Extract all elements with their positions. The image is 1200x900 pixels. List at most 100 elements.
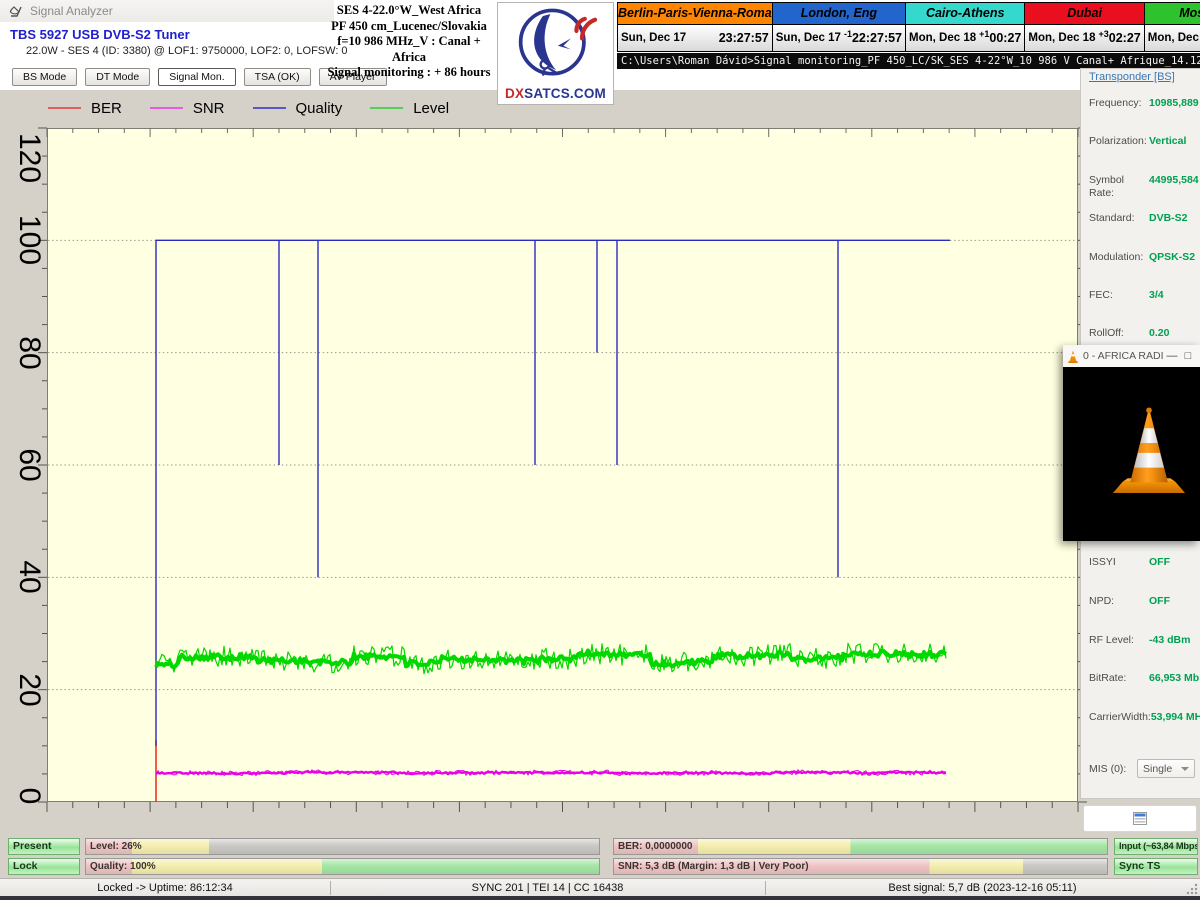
y-axis-tick-label: 80: [13, 336, 46, 370]
legend-item-ber: BER: [48, 100, 122, 117]
clock-utc-offset: +1: [979, 29, 990, 39]
transponder-label: Symbol Rate:: [1089, 174, 1125, 199]
vlc-video-area[interactable]: [1063, 367, 1200, 541]
vlc-titlebar[interactable]: 0 - AFRICA RADIO... — □: [1063, 345, 1200, 367]
tab-signal-mon-[interactable]: Signal Mon.: [158, 68, 236, 86]
status-best-signal: Best signal: 5,7 dB (2023-12-16 05:11): [888, 882, 1077, 894]
status-sync-counters: SYNC 201 | TEI 14 | CC 16438: [471, 882, 624, 894]
snr-meter: SNR: 5,3 dB (Margin: 1,3 dB | Very Poor): [613, 858, 1108, 875]
vlc-maximize-button[interactable]: □: [1180, 350, 1196, 362]
input-badge: Input (~63,84 Mbps): [1114, 838, 1198, 855]
transponder-row-issyi: ISSYI OFF: [1089, 556, 1195, 569]
transponder-label: Frequency:: [1089, 97, 1142, 109]
clock-time-row: Mon, Dec 18 +1 00:27: [906, 25, 1025, 51]
y-axis-tick-label: 0: [13, 787, 46, 805]
window-titlebar: Signal Analyzer: [0, 0, 334, 22]
y-axis-tick-label: 60: [13, 448, 46, 482]
vlc-cone-mini-icon: [1068, 350, 1078, 363]
ts-list-icon: [1133, 812, 1147, 825]
legend-label: BER: [91, 99, 122, 117]
clock-time: 00:27: [989, 31, 1022, 45]
mis-label: MIS (0):: [1089, 762, 1127, 775]
transponder-label: BitRate:: [1089, 672, 1127, 684]
transponder-row-carrierwidth: CarrierWidth: 53,994 MHz: [1089, 711, 1200, 724]
tab-dt-mode[interactable]: DT Mode: [85, 68, 151, 86]
chart-zone: BER SNR Quality Level 120 100 80 60 40 20 0: [0, 90, 1200, 878]
transponder-label: ISSYI: [1089, 556, 1116, 568]
header-line-1: SES 4-22.0°W_West Africa: [336, 3, 482, 17]
transponder-row-standard: Standard: DVB-S2: [1089, 212, 1195, 225]
clock-city-label: Berlin-Paris-Vienna-Roma: [618, 3, 772, 25]
clock-time: 22:27:57: [851, 31, 903, 45]
app-dish-icon: [9, 6, 22, 17]
transponder-label: CarrierWidth:: [1089, 711, 1151, 723]
clock-date: Mon, Dec 18: [909, 32, 977, 44]
tuner-details: 22.0W - SES 4 (ID: 3380) @ LOF1: 9750000…: [26, 45, 348, 57]
legend-label: SNR: [192, 99, 225, 117]
legend-swatch: [252, 107, 286, 109]
transponder-row-symbolrate: Symbol Rate: 44995,584 KS/s: [1089, 174, 1200, 200]
clock-dubai: Dubai Mon, Dec 18 +3 02:27: [1024, 2, 1145, 52]
clock-moscow: Moscow Mon, Dec 18 +2 01:27: [1143, 2, 1200, 52]
clock-date: Sun, Dec 17: [621, 32, 687, 44]
transponder-value: 53,994 MHz: [1150, 711, 1200, 723]
transponder-label: NPD:: [1089, 595, 1115, 607]
chevron-down-icon: [1181, 766, 1189, 771]
monitoring-header: SES 4-22.0°W_West Africa PF 450 cm_Lucen…: [322, 3, 496, 81]
clock-city-label: Dubai: [1025, 3, 1144, 25]
legend-label: Level: [413, 99, 450, 117]
legend-label: Quality: [295, 99, 343, 117]
transponder-row-fec: FEC: 3/4: [1089, 289, 1195, 302]
chart-legend: BER SNR Quality Level: [48, 97, 477, 119]
clock-london-eng: London, Eng Sun, Dec 17 -1 22:27:57: [771, 2, 907, 52]
transponder-value: OFF: [1149, 556, 1170, 568]
mis-dropdown[interactable]: Single: [1137, 759, 1195, 778]
vlc-window: 0 - AFRICA RADIO... — □: [1063, 345, 1200, 541]
world-clocks: Berlin-Paris-Vienna-Roma Sun, Dec 17 23:…: [617, 2, 1200, 52]
y-axis-tick-label: 120: [13, 132, 46, 184]
transponder-value: Vertical: [1149, 135, 1187, 147]
transponder-value: DVB-S2: [1149, 212, 1188, 224]
transport-stream-button[interactable]: [1083, 805, 1197, 832]
clock-date: Mon, Dec 18: [1147, 32, 1200, 44]
tab-bs-mode[interactable]: BS Mode: [12, 68, 78, 86]
dxsatcs-logo: DXSATCS.COM: [497, 2, 614, 105]
transponder-label: Polarization:: [1089, 135, 1147, 147]
vlc-minimize-button[interactable]: —: [1164, 350, 1180, 362]
transponder-value: OFF: [1149, 595, 1170, 607]
y-axis-tick-label: 40: [13, 560, 46, 594]
terminal-line[interactable]: C:\Users\Roman Dávid>Signal monitoring_P…: [617, 53, 1200, 69]
clock-berlin-paris-vienna-roma: Berlin-Paris-Vienna-Roma Sun, Dec 17 23:…: [617, 2, 773, 52]
clock-time-row: Sun, Dec 17 23:27:57: [618, 25, 772, 51]
transponder-label: Modulation:: [1089, 251, 1144, 263]
legend-item-snr: SNR: [149, 99, 225, 117]
quality-meter: Quality: 100%: [85, 858, 600, 875]
present-badge: Present: [8, 838, 80, 855]
sync-ts-badge: Sync TS: [1114, 858, 1198, 875]
header-line-3: f=10 986 MHz_V : Canal + Africa: [337, 34, 481, 64]
transponder-value: 66,953 Mbit/s: [1149, 672, 1200, 684]
tuner-name: TBS 5927 USB DVB-S2 Tuner: [10, 27, 190, 42]
signal-plot: [38, 127, 1087, 812]
clock-time-row: Mon, Dec 18 +3 02:27: [1025, 25, 1144, 51]
mis-value: Single: [1143, 762, 1173, 775]
status-uptime: Locked -> Uptime: 86:12:34: [97, 882, 233, 894]
transponder-label: FEC:: [1089, 289, 1113, 301]
clock-time: 02:27: [1108, 31, 1141, 45]
header-line-2: PF 450 cm_Lucenec/Slovakia: [331, 18, 487, 33]
transponder-value: 44995,584 KS/s: [1149, 174, 1200, 186]
clock-cairo-athens: Cairo-Athens Mon, Dec 18 +1 00:27: [905, 2, 1026, 52]
satellite-dish-logo-icon: [518, 8, 597, 76]
resize-grip[interactable]: [1186, 883, 1198, 895]
tab-tsa-ok-[interactable]: TSA (OK): [243, 68, 311, 86]
transponder-value: -43 dBm: [1149, 634, 1191, 646]
clock-utc-offset: -1: [843, 29, 852, 39]
window-title: Signal Analyzer: [30, 4, 113, 18]
transponder-value: QPSK-S2: [1149, 251, 1196, 263]
status-bar: Locked -> Uptime: 86:12:34 SYNC 201 | TE…: [0, 878, 1200, 896]
clock-utc-offset: +3: [1098, 29, 1109, 39]
legend-item-level: Level: [370, 100, 449, 117]
ber-meter: BER: 0,0000000: [613, 838, 1108, 855]
vlc-cone-logo: [1112, 407, 1186, 494]
clock-time: 23:27:57: [718, 31, 769, 45]
